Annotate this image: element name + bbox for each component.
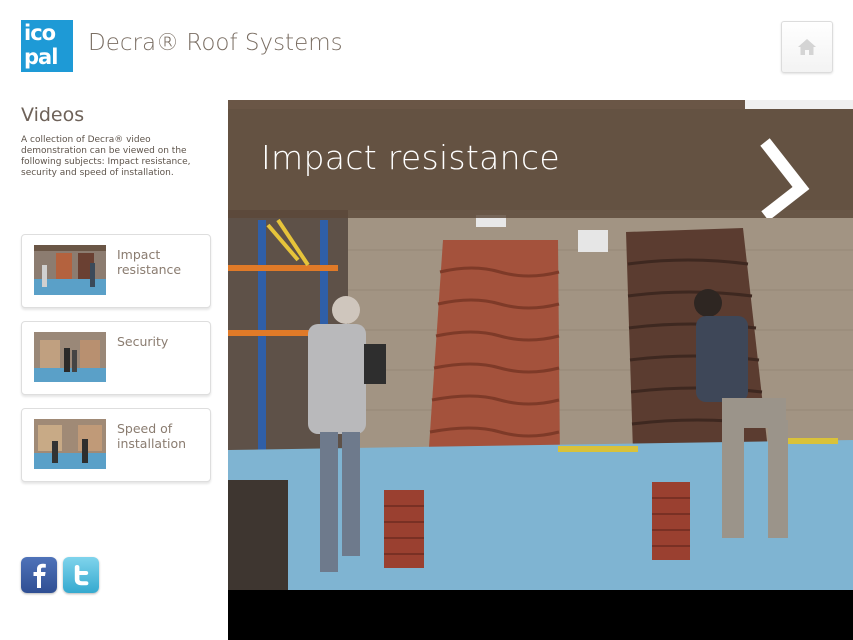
video-item-security[interactable]: Security (21, 321, 211, 395)
video-thumbnail (34, 332, 106, 382)
next-video-button[interactable] (745, 100, 853, 218)
section-title: Videos (21, 104, 85, 126)
chevron-right-icon (760, 138, 810, 218)
video-item-label: Impact resistance (117, 247, 182, 277)
section-description: A collection of Decra® video demonstrati… (21, 135, 191, 178)
video-item-label: Speed of installation (117, 421, 187, 451)
icopal-logo: ico pal (21, 20, 73, 72)
video-title: Impact resistance (261, 138, 560, 177)
twitter-icon (74, 565, 89, 586)
video-title-bar: Impact resistance (228, 100, 745, 218)
logo-text-line2: pal (24, 45, 58, 69)
video-thumbnail (34, 245, 106, 295)
title-bar-strip (228, 100, 745, 109)
logo-text-line1: ico (24, 21, 56, 45)
app-title: Decra® Roof Systems (88, 30, 343, 56)
twitter-button[interactable] (63, 557, 99, 593)
video-item-impact-resistance[interactable]: Impact resistance (21, 234, 211, 308)
home-button[interactable] (781, 21, 833, 73)
video-item-speed-of-installation[interactable]: Speed of installation (21, 408, 211, 482)
video-thumbnail (34, 419, 106, 469)
facebook-icon (33, 563, 46, 588)
video-player[interactable]: Impact resistance (228, 100, 853, 640)
facebook-button[interactable] (21, 557, 57, 593)
home-icon (798, 39, 816, 55)
video-item-label: Security (117, 334, 169, 349)
